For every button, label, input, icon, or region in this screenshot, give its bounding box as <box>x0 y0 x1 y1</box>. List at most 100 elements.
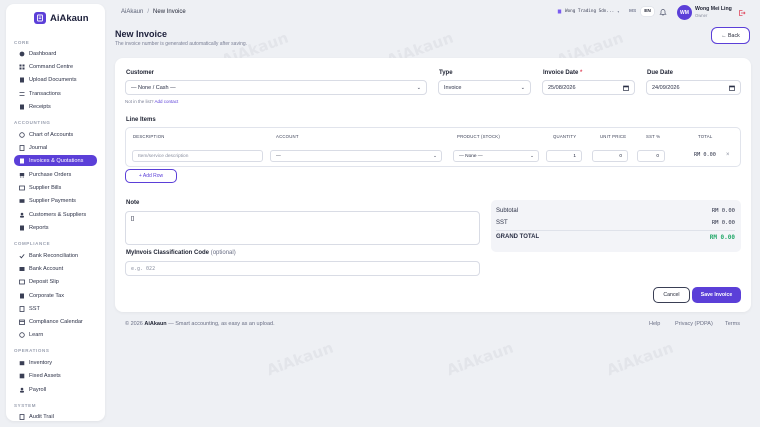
user-role: Owner <box>695 13 708 18</box>
report-icon <box>19 225 25 231</box>
summary-divider <box>496 230 735 231</box>
sidebar-item-upload-documents[interactable]: Upload Documents <box>14 74 97 85</box>
required-marker: * <box>580 70 583 76</box>
due-date-input[interactable]: 24/09/2026 <box>646 80 741 95</box>
slip-icon <box>19 279 25 285</box>
sidebar-item-customers-suppliers[interactable]: Customers & Suppliers <box>14 209 97 220</box>
cancel-button[interactable]: Cancel <box>653 287 690 303</box>
customer-hint: Not in the list? Add contact <box>125 99 179 104</box>
user-name: Wong Mei Ling <box>695 6 732 12</box>
invoice-form-card: Customer — None / Cash — ⌄ Not in the li… <box>115 58 751 312</box>
add-contact-link[interactable]: Add contact <box>155 99 179 104</box>
sidebar-item-deposit-slip[interactable]: Deposit Slip <box>14 276 97 287</box>
sidebar-item-receipts[interactable]: Receipts <box>14 101 97 112</box>
line-items-label: Line Items <box>126 117 156 123</box>
col-quantity: QUANTITY <box>553 134 577 139</box>
type-select[interactable]: Invoice ⌄ <box>438 80 531 95</box>
footer-brand: AiAkaun <box>144 321 167 327</box>
tax-icon <box>19 293 25 299</box>
quantity-input[interactable]: 1 <box>546 150 582 162</box>
customer-select[interactable]: — None / Cash — ⌄ <box>125 80 427 95</box>
sst-input[interactable]: 0 <box>637 150 665 162</box>
grand-total-row: GRAND TOTAL RM 0.00 <box>496 234 735 241</box>
account-select[interactable]: — ⌄ <box>270 150 442 162</box>
breadcrumb: AiAkaun / New Invoice <box>121 9 186 15</box>
section-compliance: COMPLIANCE <box>14 241 51 246</box>
back-button[interactable]: ← Back <box>711 27 750 44</box>
building-icon <box>557 9 562 14</box>
invoice-date-input[interactable]: 25/08/2026 <box>542 80 635 95</box>
bill-icon <box>19 185 25 191</box>
sidebar-item-journal[interactable]: Journal <box>14 142 97 153</box>
myinvois-label: MyInvois Classification Code (optional) <box>126 250 236 256</box>
note-textarea[interactable]: [] <box>125 211 480 245</box>
sidebar: AiAkaun CORE Dashboard Command Centre Up… <box>6 4 105 421</box>
upload-icon <box>19 77 25 83</box>
chevron-down-icon: ⌄ <box>520 84 525 91</box>
calendar-icon <box>19 319 25 325</box>
section-operations: OPERATIONS <box>14 348 50 353</box>
sidebar-item-invoices-quotations[interactable]: Invoices & Quotations <box>14 155 97 166</box>
cart-icon <box>19 172 25 178</box>
sidebar-item-learn[interactable]: Learn <box>14 329 97 340</box>
sidebar-item-supplier-payments[interactable]: Supplier Payments <box>14 195 97 206</box>
sidebar-item-payroll[interactable]: Payroll <box>14 384 97 395</box>
aiakaun-logo-icon <box>34 12 46 24</box>
sidebar-item-dashboard[interactable]: Dashboard <box>14 48 97 59</box>
sidebar-item-command-centre[interactable]: Command Centre <box>14 61 97 72</box>
line-items-table: DESCRIPTION ACCOUNT PRODUCT (STOCK) QUAN… <box>125 127 741 167</box>
remove-row-icon[interactable]: × <box>726 152 730 158</box>
brand[interactable]: AiAkaun <box>34 12 89 24</box>
learn-icon <box>19 331 25 338</box>
calendar-icon[interactable] <box>623 85 629 91</box>
sidebar-item-fixed-assets[interactable]: Fixed Assets <box>14 370 97 381</box>
sidebar-item-chart-of-accounts[interactable]: Chart of Accounts <box>14 129 97 140</box>
bell-icon[interactable] <box>659 8 667 16</box>
sidebar-item-reports[interactable]: Reports <box>14 222 97 233</box>
watermark: AiAkaun <box>444 338 516 380</box>
footer-link-terms[interactable]: Terms <box>725 321 740 327</box>
product-select[interactable]: — None — ⌄ <box>453 150 539 162</box>
myinvois-code-input[interactable]: e.g. 022 <box>125 261 480 276</box>
breadcrumb-root[interactable]: AiAkaun <box>121 9 143 15</box>
sidebar-item-bank-account[interactable]: Bank Account <box>14 263 97 274</box>
sst-row: SST RM 0.00 <box>496 220 735 226</box>
unit-price-input[interactable]: 0 <box>592 150 628 162</box>
section-system: SYSTEM <box>14 403 37 408</box>
sidebar-item-audit-trail[interactable]: Audit Trail <box>14 411 97 421</box>
sidebar-item-sst[interactable]: SST <box>14 303 97 314</box>
sidebar-item-purchase-orders[interactable]: Purchase Orders <box>14 169 97 180</box>
card-icon <box>19 198 25 204</box>
chevron-down-icon: ⌄ <box>433 153 437 158</box>
footer-link-privacy[interactable]: Privacy (PDPA) <box>675 321 713 327</box>
inventory-icon <box>19 360 25 366</box>
footer-link-help[interactable]: Help <box>649 321 660 327</box>
note-label: Note <box>126 200 140 206</box>
col-account: ACCOUNT <box>276 134 299 139</box>
invoice-icon <box>19 158 25 164</box>
lang-en-button[interactable]: EN <box>641 7 654 16</box>
page-subtitle: The invoice number is generated automati… <box>115 41 248 47</box>
lang-ms-button[interactable]: MS <box>626 7 639 16</box>
sidebar-item-corporate-tax[interactable]: Corporate Tax <box>14 290 97 301</box>
sidebar-item-transactions[interactable]: Transactions <box>14 88 97 99</box>
footer: © 2026 AiAkaun — Smart accounting, as ea… <box>125 321 275 327</box>
col-total: TOTAL <box>698 134 713 139</box>
calendar-icon[interactable] <box>729 85 735 91</box>
sst-icon <box>19 305 25 312</box>
avatar[interactable]: WM <box>677 5 692 20</box>
company-switcher[interactable]: Wong Trading Sdn... ▾ <box>557 9 620 14</box>
save-invoice-button[interactable]: Save Invoice <box>692 287 741 303</box>
language-toggle: MS EN <box>626 7 654 16</box>
add-row-button[interactable]: + Add Row <box>125 169 177 183</box>
logout-icon[interactable] <box>738 9 746 17</box>
user-info[interactable]: Wong Mei Ling Owner <box>695 6 732 18</box>
assets-icon <box>19 373 25 379</box>
col-sst: SST % <box>646 134 661 139</box>
sidebar-item-supplier-bills[interactable]: Supplier Bills <box>14 182 97 193</box>
description-input[interactable]: Item/service description <box>132 150 263 162</box>
col-unit-price: UNIT PRICE <box>600 134 627 139</box>
sidebar-item-bank-reconciliation[interactable]: Bank Reconciliation <box>14 250 97 261</box>
sidebar-item-compliance-calendar[interactable]: Compliance Calendar <box>14 316 97 327</box>
sidebar-item-inventory[interactable]: Inventory <box>14 357 97 368</box>
